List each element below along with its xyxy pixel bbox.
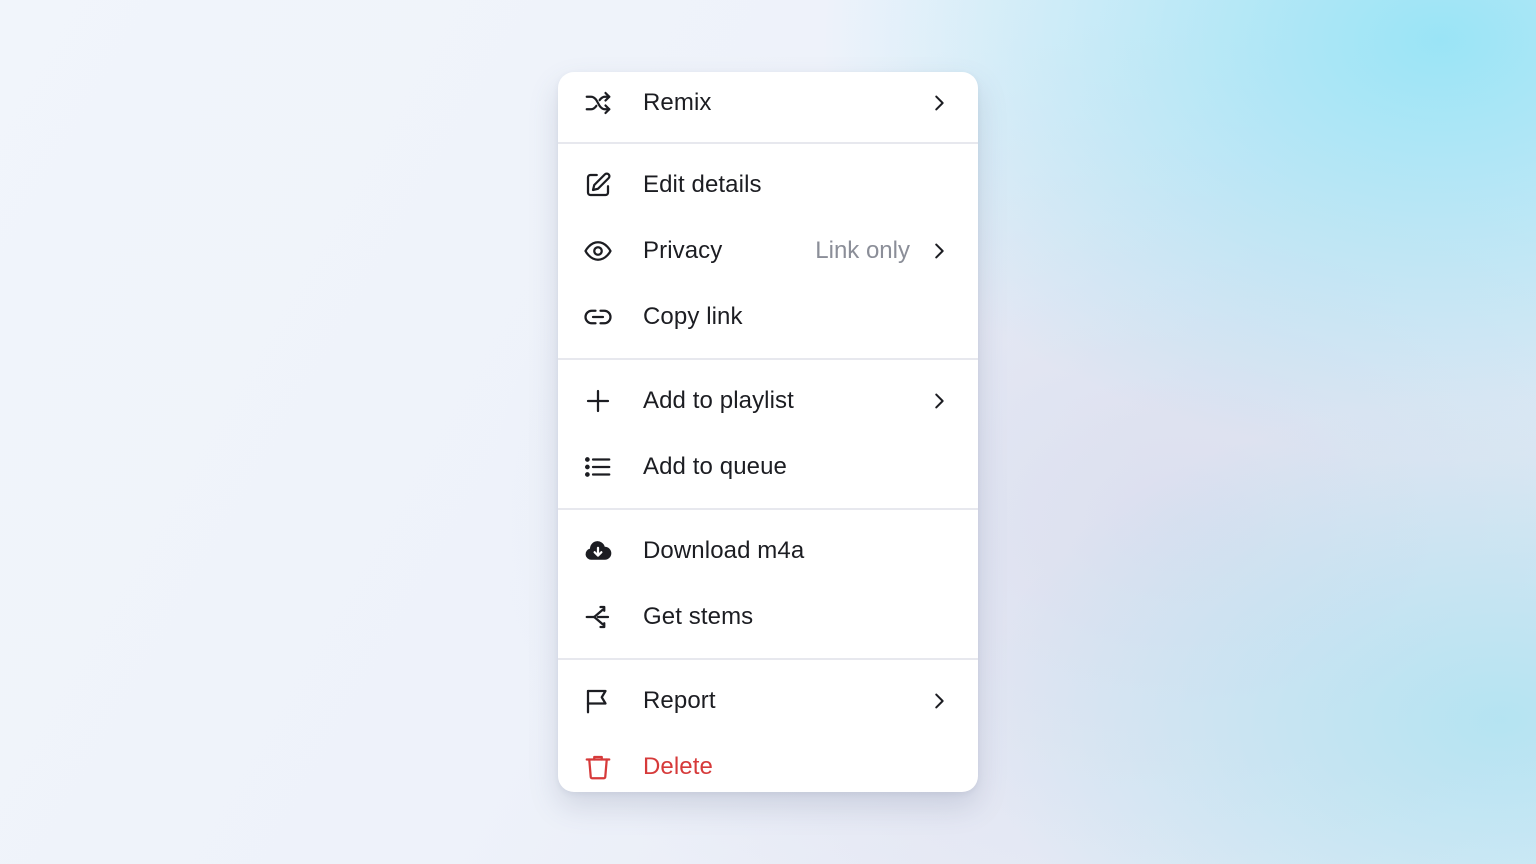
copy-link-label: Copy link xyxy=(643,303,743,330)
privacy-label: Privacy xyxy=(643,237,723,264)
menu-item-add-to-playlist[interactable]: Add to playlist xyxy=(558,368,978,434)
menu-section-actions: Report Delete xyxy=(558,660,978,792)
chevron-right-icon xyxy=(928,390,950,412)
menu-item-remix[interactable]: Remix xyxy=(558,72,978,134)
get-stems-label: Get stems xyxy=(643,603,754,630)
menu-item-report[interactable]: Report xyxy=(558,668,978,734)
menu-item-get-stems[interactable]: Get stems xyxy=(558,584,978,650)
menu-item-download-m4a[interactable]: Download m4a xyxy=(558,518,978,584)
add-to-playlist-label: Add to playlist xyxy=(643,387,794,414)
shuffle-icon xyxy=(582,87,614,119)
menu-section-remix: Remix xyxy=(558,72,978,142)
trash-icon xyxy=(582,751,614,783)
menu-item-privacy[interactable]: Privacy Link only xyxy=(558,218,978,284)
remix-label: Remix xyxy=(643,89,712,116)
chevron-right-icon xyxy=(928,240,950,262)
menu-item-copy-link[interactable]: Copy link xyxy=(558,284,978,350)
chevron-right-icon xyxy=(928,690,950,712)
eye-icon xyxy=(582,235,614,267)
menu-section-download: Download m4a Get stems xyxy=(558,510,978,658)
plus-icon xyxy=(582,385,614,417)
delete-label: Delete xyxy=(643,753,713,780)
link-icon xyxy=(582,301,614,333)
menu-section-playlist: Add to playlist Add to queue xyxy=(558,360,978,508)
context-menu: Remix Edit details Privacy Link only Cop… xyxy=(558,72,978,792)
add-to-queue-label: Add to queue xyxy=(643,453,787,480)
menu-item-delete[interactable]: Delete xyxy=(558,734,978,792)
download-m4a-label: Download m4a xyxy=(643,537,805,564)
menu-item-add-to-queue[interactable]: Add to queue xyxy=(558,434,978,500)
privacy-value: Link only xyxy=(815,237,910,264)
report-label: Report xyxy=(643,687,716,714)
chevron-right-icon xyxy=(928,92,950,114)
cloud-download-icon xyxy=(582,535,614,567)
split-icon xyxy=(582,601,614,633)
menu-section-details: Edit details Privacy Link only Copy link xyxy=(558,144,978,358)
edit-icon xyxy=(582,169,614,201)
edit-details-label: Edit details xyxy=(643,171,762,198)
menu-item-edit-details[interactable]: Edit details xyxy=(558,152,978,218)
flag-icon xyxy=(582,685,614,717)
list-icon xyxy=(582,451,614,483)
